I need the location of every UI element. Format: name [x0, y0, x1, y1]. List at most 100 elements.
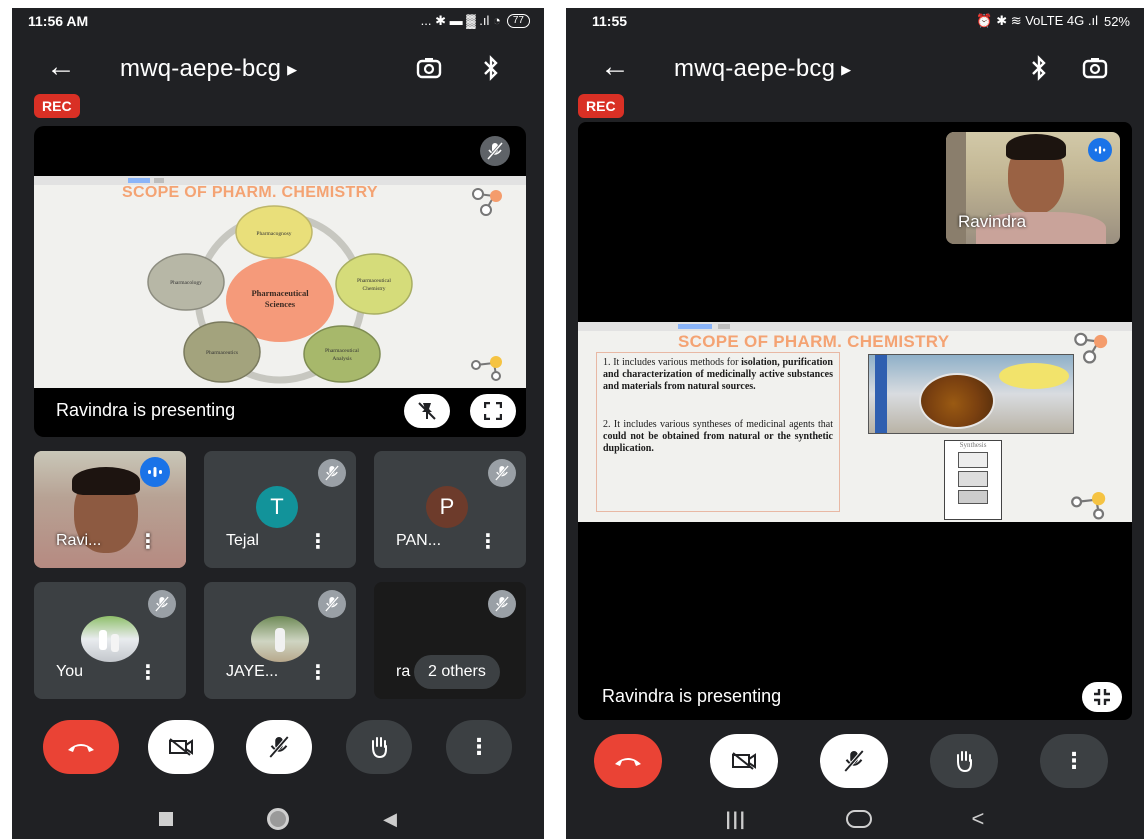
avatar: [81, 616, 139, 662]
participant-name: JAYE...: [226, 663, 279, 680]
bluetooth-icon[interactable]: [476, 53, 506, 83]
more-icon[interactable]: ⋮: [138, 532, 158, 552]
more-icon[interactable]: ⋮: [446, 720, 512, 774]
participant-tile[interactable]: P PAN... ⋮: [374, 451, 526, 568]
mic-off-icon: [488, 459, 516, 487]
recent-apps-icon[interactable]: [159, 812, 174, 826]
meeting-header: ← mwq-aepe-bcg ▶: [566, 48, 1144, 88]
speaking-indicator-icon: [1088, 138, 1112, 162]
diagram-node-label: Pharmacology: [170, 280, 202, 286]
fullscreen-icon[interactable]: [470, 394, 516, 428]
meeting-code: mwq-aepe-bcg: [120, 55, 282, 82]
meeting-title[interactable]: mwq-aepe-bcg ▶: [120, 55, 297, 83]
more-icon[interactable]: ⋮: [308, 663, 328, 683]
presenting-label: Ravindra is presenting: [602, 686, 782, 706]
avatar: T: [256, 486, 298, 528]
end-call-icon[interactable]: [594, 734, 662, 788]
meeting-code: mwq-aepe-bcg: [674, 55, 836, 82]
home-icon[interactable]: [267, 808, 290, 830]
others-count-pill[interactable]: 2 others: [414, 655, 500, 689]
back-arrow-icon[interactable]: ←: [46, 52, 76, 82]
participant-tile[interactable]: You ⋮: [34, 582, 186, 699]
mic-off-icon[interactable]: [246, 720, 312, 774]
battery-indicator: 52%: [1103, 13, 1130, 29]
status-icons-text: ... ✱ ▬ ▓ .ıl ◔: [420, 13, 501, 28]
diagram-node-label: Analysis: [332, 356, 351, 362]
switch-camera-icon[interactable]: [1080, 53, 1110, 83]
speaking-indicator-icon: [140, 457, 170, 487]
more-icon[interactable]: ⋮: [1040, 734, 1108, 788]
more-icon[interactable]: ⋮: [308, 532, 328, 552]
presentation-stage[interactable]: SCOPE OF PHARM. CHEMISTRY Pharmaceutical…: [34, 126, 526, 437]
mic-off-icon: [318, 459, 346, 487]
shared-slide: SCOPE OF PHARM. CHEMISTRY 1. It includes…: [578, 322, 1132, 522]
participant-tile[interactable]: T Tejal ⋮: [204, 451, 356, 568]
self-view-video[interactable]: Ravindra: [946, 132, 1120, 244]
flask-photo: [868, 354, 1074, 434]
back-nav-icon[interactable]: <: [971, 806, 984, 832]
avatar: P: [426, 486, 468, 528]
more-icon[interactable]: ⋮: [478, 532, 498, 552]
shared-slide: SCOPE OF PHARM. CHEMISTRY Pharmaceutical…: [34, 176, 526, 388]
diagram-node-label: Pharmaceutical: [357, 278, 391, 284]
exit-fullscreen-icon[interactable]: [1082, 682, 1122, 712]
molecule-icon: [472, 188, 502, 216]
molecule-icon: [471, 356, 502, 381]
diagram-center-label-line2: Sciences: [265, 299, 296, 309]
slide-title: SCOPE OF PHARM. CHEMISTRY: [678, 332, 950, 351]
pharmaceutical-sciences-diagram: Pharmaceutical Sciences Pharmacognosy Ph…: [147, 205, 413, 384]
android-nav-bar: ||| <: [566, 799, 1144, 839]
diagram-node-label: Pharmaceutical: [325, 348, 359, 354]
recording-badge: REC: [34, 94, 80, 118]
mic-off-icon: [480, 136, 510, 166]
bluetooth-icon[interactable]: [1024, 53, 1054, 83]
end-call-icon[interactable]: [43, 720, 119, 774]
mic-off-icon[interactable]: [820, 734, 888, 788]
slide-point-2: 2. It includes various syntheses of medi…: [603, 419, 833, 454]
synthesis-diagram: Synthesis: [944, 440, 1002, 520]
raise-hand-icon[interactable]: [930, 734, 998, 788]
back-arrow-icon[interactable]: ←: [600, 52, 630, 82]
status-bar: 11:55 ⏰ ✱ ≋ VoLTE 4G .ıl 52%: [566, 8, 1144, 34]
camera-off-icon[interactable]: [710, 734, 778, 788]
molecule-icon: [1071, 492, 1106, 520]
android-nav-bar: ◀: [12, 799, 544, 839]
slide-text-box: 1. It includes various methods for isola…: [596, 352, 840, 512]
synthesis-label: Synthesis: [959, 441, 987, 449]
raise-hand-icon[interactable]: [346, 720, 412, 774]
recording-badge: REC: [578, 94, 624, 118]
expand-triangle-icon: ▶: [287, 61, 298, 77]
right-phone-screen: 11:55 ⏰ ✱ ≋ VoLTE 4G .ıl 52% ← mwq-aepe-…: [566, 8, 1144, 839]
slide-title: SCOPE OF PHARM. CHEMISTRY: [122, 184, 378, 201]
mic-off-icon: [318, 590, 346, 618]
participant-tile[interactable]: Ravi... ⋮: [34, 451, 186, 568]
mic-off-icon: [488, 590, 516, 618]
mic-off-icon: [148, 590, 176, 618]
presentation-stage[interactable]: Ravindra SCOPE OF PHARM. CHEMISTRY 1. It…: [578, 122, 1132, 720]
others-tile[interactable]: ra 2 others: [374, 582, 526, 699]
unpin-icon[interactable]: [404, 394, 450, 428]
recent-apps-icon[interactable]: |||: [726, 809, 747, 830]
expand-triangle-icon: ▶: [841, 61, 852, 77]
status-icons-text: ⏰ ✱ ≋ VoLTE 4G .ıl: [976, 13, 1098, 28]
molecule-icon: [1074, 332, 1108, 364]
status-time: 11:56 AM: [28, 13, 89, 29]
meeting-title[interactable]: mwq-aepe-bcg ▶: [674, 55, 851, 83]
participant-name: Ravi...: [56, 532, 102, 549]
switch-camera-icon[interactable]: [414, 53, 444, 83]
diagram-center-label-line1: Pharmaceutical: [251, 288, 309, 298]
diagram-node-label: Pharmaceutics: [206, 350, 238, 356]
back-nav-icon[interactable]: ◀: [383, 809, 397, 830]
slide-point-1: 1. It includes various methods for isola…: [603, 357, 833, 392]
participant-name: Tejal: [226, 532, 259, 549]
camera-off-icon[interactable]: [148, 720, 214, 774]
more-icon[interactable]: ⋮: [138, 663, 158, 683]
home-icon[interactable]: [846, 810, 873, 828]
status-icons: ... ✱ ▬ ▓ .ıl ◔ 77: [421, 13, 530, 29]
participant-tile[interactable]: JAYE... ⋮: [204, 582, 356, 699]
screen-share-bar: [578, 322, 1132, 331]
status-time: 11:55: [592, 13, 628, 29]
self-view-name: Ravindra: [958, 212, 1027, 231]
diagram-node-label: Chemistry: [363, 286, 386, 292]
battery-indicator: 77: [506, 14, 530, 28]
